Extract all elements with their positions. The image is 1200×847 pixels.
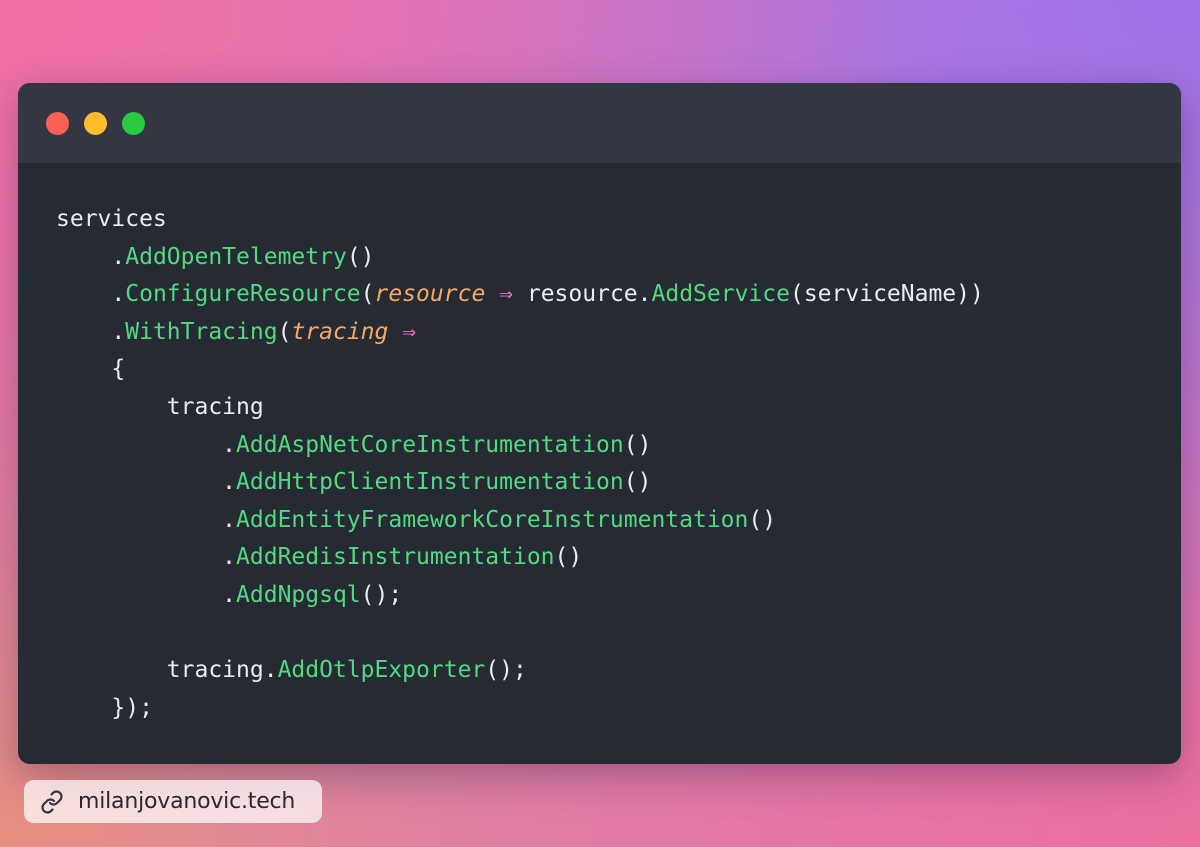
close-button[interactable] xyxy=(46,112,69,135)
code-token: . xyxy=(111,243,126,270)
method-token: AddService xyxy=(651,281,790,308)
code-line: .AddOpenTelemetry() xyxy=(56,239,984,277)
operator-token: ⇒ xyxy=(402,318,417,345)
code-line: .AddEntityFrameworkCoreInstrumentation() xyxy=(56,502,984,540)
code-token: ( xyxy=(360,281,375,308)
method-token: AddAspNetCoreInstrumentation xyxy=(236,431,624,458)
code-line: services xyxy=(56,201,984,239)
code-window: services .AddOpenTelemetry() .ConfigureR… xyxy=(18,83,1181,764)
code-token: (); xyxy=(360,581,403,608)
code-line: .AddNpgsql(); xyxy=(56,577,984,615)
method-token: WithTracing xyxy=(125,318,278,345)
code-line: { xyxy=(56,351,984,389)
maximize-button[interactable] xyxy=(122,112,145,135)
code-token: . xyxy=(222,431,237,458)
code-token: services xyxy=(56,206,167,232)
link-icon xyxy=(41,789,63,814)
method-token: AddRedisInstrumentation xyxy=(236,544,555,571)
code-line: .ConfigureResource(resource ⇒ resource.A… xyxy=(56,276,984,314)
code-token: tracing. xyxy=(166,657,278,684)
method-token: AddOpenTelemetry xyxy=(125,243,347,270)
code-token: () xyxy=(623,469,652,496)
method-token: AddEntityFrameworkCoreInstrumentation xyxy=(236,506,749,533)
code-line: tracing.AddOtlpExporter(); xyxy=(56,652,984,690)
method-token: AddHttpClientInstrumentation xyxy=(236,469,624,496)
code-token: () xyxy=(554,544,583,571)
code-token: . xyxy=(111,281,126,308)
window-titlebar xyxy=(18,83,1181,163)
code-token: resource. xyxy=(513,281,652,308)
minimize-button[interactable] xyxy=(84,112,107,135)
code-token: (serviceName)) xyxy=(789,281,984,308)
code-token: . xyxy=(222,544,237,571)
code-line: }); xyxy=(56,690,984,728)
code-line: .AddAspNetCoreInstrumentation() xyxy=(56,427,984,465)
code-token: . xyxy=(222,581,237,608)
code-token: () xyxy=(346,243,375,270)
parameter-token: resource xyxy=(374,281,486,308)
code-token: }); xyxy=(111,694,153,721)
code-line: .AddRedisInstrumentation() xyxy=(56,539,984,577)
code-token: ( xyxy=(277,318,292,345)
website-url: milanjovanovic.tech xyxy=(78,789,296,814)
code-block: services .AddOpenTelemetry() .ConfigureR… xyxy=(56,201,984,727)
code-token: . xyxy=(222,506,237,533)
code-token: . xyxy=(222,469,237,496)
method-token: ConfigureResource xyxy=(125,281,361,308)
code-line: tracing xyxy=(56,389,984,427)
code-token: () xyxy=(748,506,777,533)
code-line: .WithTracing(tracing ⇒ xyxy=(56,314,984,352)
code-token: . xyxy=(111,318,126,345)
code-line: .AddHttpClientInstrumentation() xyxy=(56,464,984,502)
website-badge[interactable]: milanjovanovic.tech xyxy=(24,780,322,823)
code-token: () xyxy=(623,431,652,458)
operator-token: ⇒ xyxy=(499,281,514,308)
code-token: { xyxy=(111,356,126,383)
method-token: AddOtlpExporter xyxy=(277,657,486,684)
code-token: tracing xyxy=(166,393,264,420)
code-token: (); xyxy=(485,657,527,684)
method-token: AddNpgsql xyxy=(236,581,361,608)
parameter-token: tracing xyxy=(291,318,389,345)
